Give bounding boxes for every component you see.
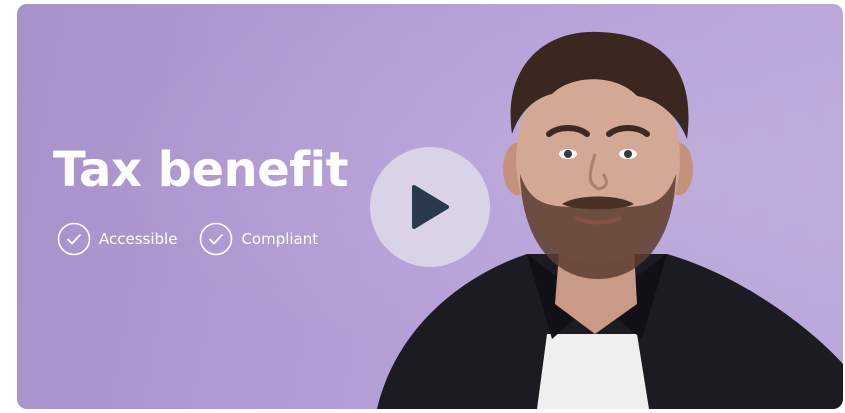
check-circle-icon: [57, 222, 91, 256]
feature-list: Accessible Compliant: [57, 222, 318, 256]
play-icon: [410, 184, 450, 230]
video-title: Tax benefit: [53, 142, 349, 198]
feature-compliant: Compliant: [199, 222, 318, 256]
play-button[interactable]: [370, 147, 490, 267]
feature-label: Compliant: [241, 230, 319, 248]
video-player[interactable]: Tax benefit Accessible Compliant: [17, 4, 843, 409]
feature-accessible: Accessible: [57, 222, 177, 256]
feature-label: Accessible: [99, 230, 178, 248]
check-circle-icon: [199, 222, 233, 256]
